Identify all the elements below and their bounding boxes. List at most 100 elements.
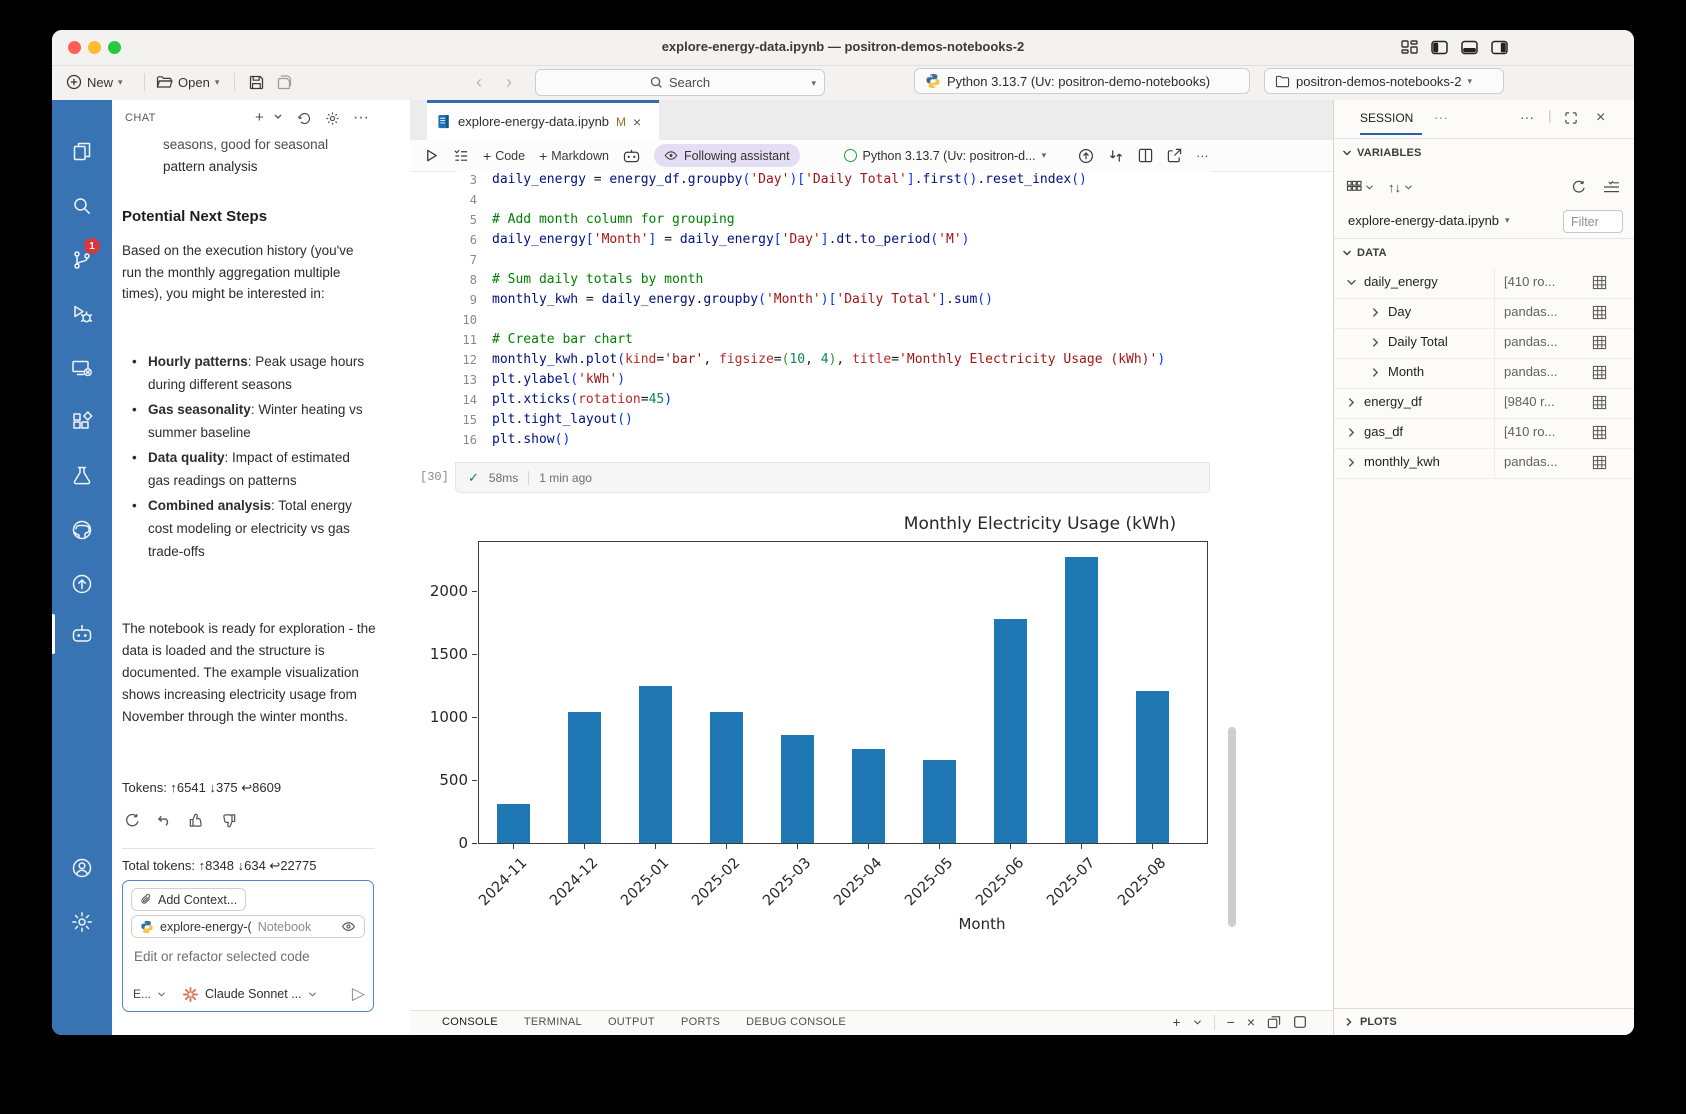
data-section-header[interactable]: DATA: [1334, 240, 1634, 266]
chat-history-icon[interactable]: [297, 111, 312, 126]
forward-button[interactable]: ›: [506, 69, 512, 95]
sidebar-item-settings-gear[interactable]: [52, 898, 112, 946]
variable-row-daily-total[interactable]: Daily Totalpandas...: [1334, 328, 1634, 359]
mode-selector[interactable]: E...: [133, 987, 151, 1001]
chevron-right-icon[interactable]: [1370, 337, 1381, 348]
run-all-button[interactable]: [424, 148, 439, 164]
variables-section-header[interactable]: VARIABLES: [1334, 140, 1634, 166]
variable-row-day[interactable]: Daypandas...: [1334, 298, 1634, 329]
send-icon[interactable]: ▷: [352, 984, 365, 1004]
toggle-left-panel-icon[interactable]: [1430, 38, 1449, 57]
sidebar-item-github[interactable]: [52, 506, 112, 554]
model-selector[interactable]: Claude Sonnet ...: [205, 987, 302, 1001]
split-editor-icon[interactable]: [1138, 148, 1153, 163]
close-panel-icon[interactable]: ×: [1596, 109, 1605, 127]
code-line[interactable]: 3daily_energy = energy_df.groupby('Day')…: [455, 170, 1210, 190]
sidebar-item-account[interactable]: [52, 844, 112, 892]
chevron-right-icon[interactable]: [1346, 457, 1357, 468]
session-selector[interactable]: explore-energy-data.ipynb ▾: [1348, 213, 1510, 228]
save-all-button[interactable]: [276, 69, 293, 95]
code-line[interactable]: 12monthly_kwh.plot(kind='bar', figsize=(…: [455, 350, 1210, 370]
thumbs-up-icon[interactable]: [188, 812, 205, 829]
minimize-panel-icon[interactable]: −: [1227, 1014, 1235, 1030]
toggle-bottom-panel-icon[interactable]: [1460, 38, 1479, 57]
tabs-more-icon[interactable]: ···: [1434, 109, 1448, 125]
new-console-caret-icon[interactable]: [1193, 1019, 1202, 1026]
project-selector[interactable]: positron-demos-notebooks-2 ▾: [1264, 68, 1504, 94]
code-cell[interactable]: 3daily_energy = energy_df.groupby('Day')…: [455, 170, 1210, 450]
chevron-right-icon[interactable]: [1370, 307, 1381, 318]
interpreter-selector[interactable]: Python 3.13.7 (Uv: positron-demo-noteboo…: [914, 68, 1250, 94]
chat-more-actions-icon[interactable]: ···: [353, 109, 369, 127]
sidebar-item-explorer[interactable]: [52, 128, 112, 176]
close-panel-icon[interactable]: ×: [1247, 1014, 1255, 1030]
back-button[interactable]: ‹: [476, 69, 482, 95]
open-data-grid-icon[interactable]: [1592, 395, 1607, 410]
publish-icon[interactable]: [1078, 148, 1094, 164]
open-in-window-icon[interactable]: [1167, 148, 1182, 163]
float-panel-icon[interactable]: [1267, 1015, 1281, 1029]
open-data-grid-icon[interactable]: [1592, 455, 1607, 470]
chevron-right-icon[interactable]: [1346, 427, 1357, 438]
expand-panel-icon[interactable]: [1564, 111, 1578, 125]
tab-session[interactable]: SESSION: [1360, 111, 1413, 125]
code-line[interactable]: 5# Add month column for grouping: [455, 210, 1210, 230]
more-actions-icon[interactable]: ···: [1196, 149, 1209, 163]
sidebar-item-testing[interactable]: [52, 452, 112, 500]
code-line[interactable]: 6daily_energy['Month'] = daily_energy['D…: [455, 230, 1210, 250]
regenerate-icon[interactable]: [124, 812, 141, 829]
open-data-grid-icon[interactable]: [1592, 335, 1607, 350]
panel-tab-terminal[interactable]: TERMINAL: [524, 1011, 582, 1035]
open-button[interactable]: Open ▾: [156, 69, 219, 95]
code-line[interactable]: 7: [455, 250, 1210, 270]
variable-row-gas_df[interactable]: gas_df[410 ro...: [1334, 418, 1634, 449]
toggle-right-panel-icon[interactable]: [1490, 38, 1509, 57]
new-button[interactable]: New ▾: [66, 69, 123, 95]
code-line[interactable]: 13plt.ylabel('kWh'): [455, 370, 1210, 390]
code-line[interactable]: 9monthly_kwh = daily_energy.groupby('Mon…: [455, 290, 1210, 310]
undo-icon[interactable]: [156, 812, 173, 829]
search-input[interactable]: Search ▾: [535, 69, 825, 96]
variable-row-monthly_kwh[interactable]: monthly_kwhpandas...: [1334, 448, 1634, 479]
customize-layout-icon[interactable]: [1400, 38, 1419, 57]
tab-explore-energy-data[interactable]: explore-energy-data.ipynb M ×: [427, 100, 659, 140]
editor-scrollbar[interactable]: [1228, 727, 1236, 927]
context-chip-notebook[interactable]: explore-energy-( Notebook: [131, 915, 365, 938]
code-line[interactable]: 4: [455, 190, 1210, 210]
open-data-grid-icon[interactable]: [1592, 365, 1607, 380]
sort-button[interactable]: ↑↓: [1388, 180, 1413, 195]
sidebar-item-extensions[interactable]: [52, 398, 112, 446]
thumbs-down-icon[interactable]: [220, 812, 237, 829]
sidebar-item-run-debug[interactable]: [52, 290, 112, 338]
sidebar-item-publish[interactable]: [52, 560, 112, 608]
open-data-grid-icon[interactable]: [1592, 275, 1607, 290]
code-line[interactable]: 16plt.show(): [455, 430, 1210, 450]
group-by-button[interactable]: [1346, 180, 1374, 194]
plots-section-header[interactable]: PLOTS: [1334, 1008, 1634, 1035]
clear-variables-icon[interactable]: [1603, 180, 1620, 194]
add-markdown-cell-button[interactable]: +Markdown: [539, 148, 609, 164]
open-data-grid-icon[interactable]: [1592, 305, 1607, 320]
code-line[interactable]: 14plt.xticks(rotation=45): [455, 390, 1210, 410]
new-chat-button[interactable]: +: [255, 109, 264, 126]
add-context-button[interactable]: Add Context...: [131, 888, 246, 911]
chat-input-placeholder[interactable]: Edit or refactor selected code: [134, 949, 310, 964]
diff-icon[interactable]: [1108, 148, 1124, 164]
variable-row-energy_df[interactable]: energy_df[9840 r...: [1334, 388, 1634, 419]
panel-tab-output[interactable]: OUTPUT: [608, 1011, 655, 1035]
outline-button[interactable]: [453, 148, 469, 163]
sidebar-item-assistant[interactable]: [52, 610, 112, 658]
kernel-selector[interactable]: Python 3.13.7 (Uv: positron-d... ▾: [844, 149, 1047, 163]
sidebar-item-source-control[interactable]: 1: [52, 236, 112, 284]
variable-row-month[interactable]: Monthpandas...: [1334, 358, 1634, 389]
refresh-icon[interactable]: [1571, 179, 1587, 195]
chevron-right-icon[interactable]: [1346, 397, 1357, 408]
sidebar-item-remote-sessions[interactable]: [52, 344, 112, 392]
assistant-robot-icon[interactable]: [623, 148, 640, 163]
maximize-panel-icon[interactable]: [1293, 1015, 1307, 1029]
chat-input-card[interactable]: Add Context... explore-energy-( Notebook…: [122, 880, 374, 1012]
variable-row-daily_energy[interactable]: daily_energy[410 ro...: [1334, 268, 1634, 299]
add-code-cell-button[interactable]: +Code: [483, 148, 525, 164]
new-chat-caret-icon[interactable]: [273, 109, 283, 125]
chevron-down-icon[interactable]: [1346, 277, 1357, 288]
